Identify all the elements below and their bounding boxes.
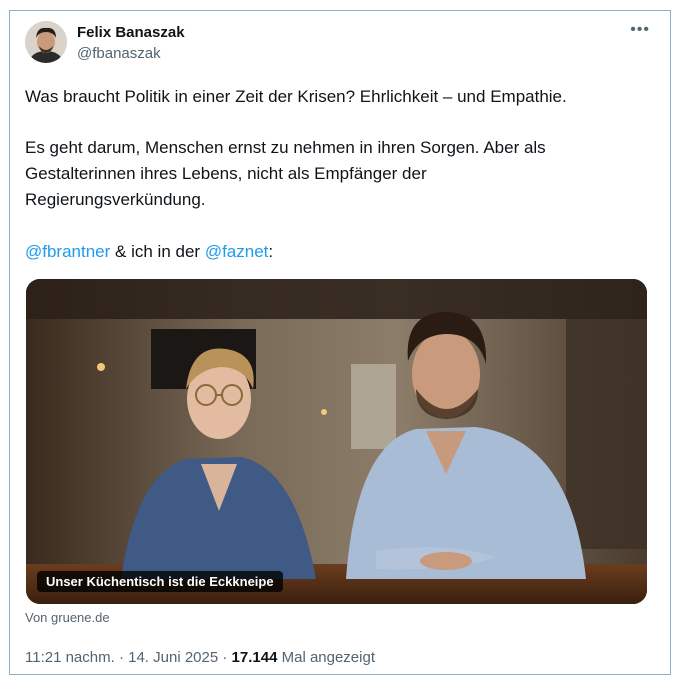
tweet-metadata: 11:21 nachm. · 14. Juni 2025 · 17.144 Ma… — [25, 649, 375, 666]
tweet-card: Felix Banaszak @fbanaszak ••• Was brauch… — [9, 10, 671, 675]
tweet-paragraph-2: Es geht darum, Menschen ernst zu nehmen … — [25, 135, 655, 213]
tweet-line: Regierungsverkündung. — [25, 190, 206, 209]
photo-illustration — [26, 279, 647, 604]
link-card-image[interactable]: Unser Küchentisch ist die Eckkneipe — [26, 279, 647, 604]
tweet-date[interactable]: 14. Juni 2025 — [128, 649, 218, 666]
tweet-time[interactable]: 11:21 nachm. — [25, 649, 115, 666]
link-card-source[interactable]: Von gruene.de — [25, 610, 110, 625]
author-handle[interactable]: @fbanaszak — [77, 45, 161, 62]
tweet-line: Es geht darum, Menschen ernst zu nehmen … — [25, 138, 546, 157]
suffix-text: : — [268, 242, 274, 261]
mention-link[interactable]: @fbrantner — [25, 242, 110, 261]
tweet-paragraph-1: Was braucht Politik in einer Zeit der Kr… — [25, 87, 567, 106]
view-count: 17.144 — [231, 649, 278, 666]
tweet-line: Gestalterinnen ihres Lebens, nicht als E… — [25, 164, 427, 183]
author-name[interactable]: Felix Banaszak — [77, 24, 185, 41]
view-label: Mal angezeigt — [277, 649, 375, 666]
more-horizontal-icon[interactable]: ••• — [630, 22, 650, 38]
tweet-paragraph-3: @fbrantner & ich in der @faznet: — [25, 239, 655, 265]
separator: · — [114, 649, 129, 666]
separator: · — [218, 649, 232, 666]
link-card-caption: Unser Küchentisch ist die Eckkneipe — [37, 571, 283, 592]
mention-link[interactable]: @faznet — [205, 242, 269, 261]
connector-text: & ich in der — [110, 242, 205, 261]
avatar[interactable] — [25, 21, 67, 63]
